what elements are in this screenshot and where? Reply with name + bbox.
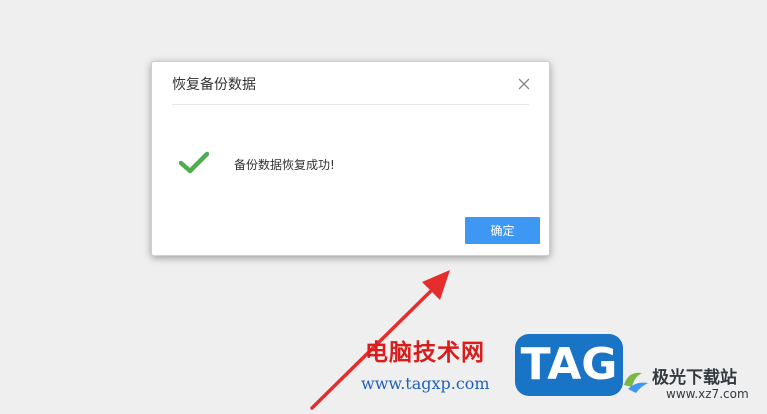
watermark-url: www.tagxp.com (361, 374, 490, 393)
ok-button[interactable]: 确定 (465, 217, 540, 244)
site-badge-url: www.xz7.com (666, 387, 749, 401)
close-icon (518, 78, 530, 90)
site-badge: 极光下载站 www.xz7.com (620, 359, 765, 409)
site-badge-name: 极光下载站 (652, 368, 737, 388)
success-message: 备份数据恢复成功! (234, 158, 335, 172)
watermark: 电脑技术网 www.tagxp.com TAG (355, 333, 630, 399)
aurora-logo-icon (624, 372, 648, 393)
dialog-title: 恢复备份数据 (172, 77, 256, 93)
watermark-site-name: 电脑技术网 (365, 340, 485, 366)
checkmark-icon (179, 151, 209, 174)
title-divider (172, 104, 529, 105)
close-button[interactable] (517, 76, 531, 90)
watermark-logo: TAG (515, 334, 623, 396)
restore-backup-dialog: 恢复备份数据 备份数据恢复成功! 确定 (151, 61, 550, 256)
